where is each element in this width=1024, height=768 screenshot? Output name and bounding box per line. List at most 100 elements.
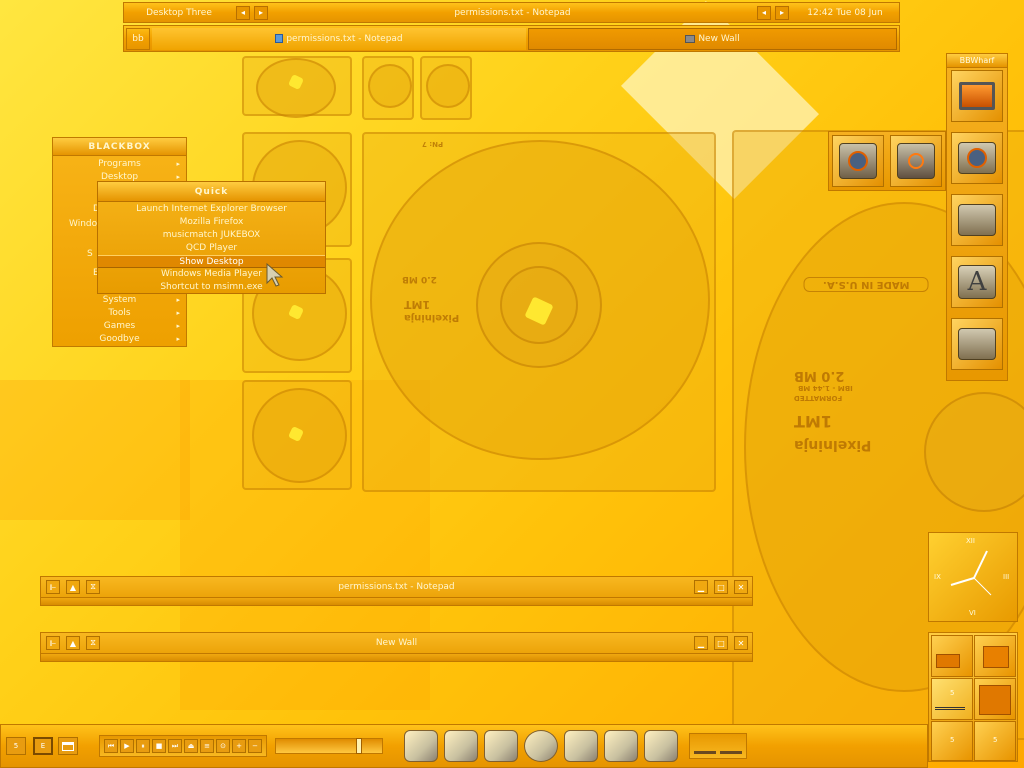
right-arrow-icon[interactable]: ▸	[254, 5, 268, 20]
slit-title: BBWharf	[947, 54, 1007, 68]
pager-label: 5	[993, 736, 998, 744]
bottom-bar: 5 E ⏮ ▶ ⏸ ■ ⏭ ⏏ ≡ ⊙ + −	[0, 724, 928, 768]
volume-up-icon[interactable]: +	[232, 739, 246, 753]
notepad-icon	[275, 34, 284, 43]
quick-item[interactable]: Mozilla Firefox	[98, 216, 325, 229]
drives-icon[interactable]	[404, 730, 438, 762]
sticky-icon[interactable]: ⊩	[46, 580, 60, 594]
menu-item-label: Goodbye	[99, 334, 140, 344]
pager-desk[interactable]: 5	[931, 721, 973, 761]
minimize-icon[interactable]: ▁	[694, 580, 708, 594]
floppy-brand-large: Pixelninja	[794, 437, 872, 453]
next-icon[interactable]: ⏭	[168, 739, 182, 753]
menu-item-label: Windo	[69, 219, 98, 229]
volume-slider[interactable]	[275, 738, 383, 754]
menu-item-goodbye[interactable]: Goodbye ▸	[53, 333, 186, 346]
slit: BBWharf A	[946, 53, 1008, 381]
bottom-button[interactable]: E	[33, 737, 53, 755]
taskbar-label[interactable]: bb	[126, 27, 150, 50]
task-item[interactable]: permissions.txt - Notepad	[152, 27, 526, 50]
shade-icon[interactable]: ▲	[66, 636, 80, 650]
menu-item-system[interactable]: System ▸	[53, 294, 186, 307]
menu-item-label: System	[102, 295, 137, 305]
floppy-brand: Pixelninja	[404, 312, 460, 323]
quick-item[interactable]: Launch Internet Explorer Browser	[98, 203, 325, 216]
bottom-button[interactable]: 5	[6, 737, 26, 755]
close-all-icon[interactable]: ⧖	[86, 580, 100, 594]
dog-icon[interactable]	[720, 738, 742, 754]
pager-desk[interactable]	[931, 635, 973, 677]
menu-item-tools[interactable]: Tools ▸	[53, 307, 186, 320]
font-folder-icon[interactable]: A	[951, 256, 1003, 308]
prev-icon[interactable]: ⏮	[104, 739, 118, 753]
close-all-icon[interactable]: ⧖	[86, 636, 100, 650]
calculator-folder-icon[interactable]	[951, 194, 1003, 246]
quick-item[interactable]: Shortcut to msimn.exe	[98, 281, 325, 294]
eject-icon[interactable]: ⏏	[184, 739, 198, 753]
pager-desk[interactable]	[974, 635, 1016, 677]
folder-icon[interactable]	[564, 730, 598, 762]
slider-handle[interactable]	[356, 738, 362, 754]
menu-item-programs[interactable]: Programs ▸	[53, 158, 186, 171]
wrench-icon[interactable]	[484, 730, 518, 762]
window-titlebar[interactable]: ⊩ ▲ ⧖ New Wall ▁ □ ✕	[41, 633, 752, 653]
task-label: New Wall	[698, 33, 740, 44]
workspace-pager: 5 5 5	[928, 632, 1018, 762]
maximize-icon[interactable]: □	[714, 580, 728, 594]
grass-icon[interactable]	[694, 738, 716, 754]
harddisk-icon[interactable]	[444, 730, 478, 762]
monitor-icon[interactable]	[951, 70, 1003, 122]
maximize-icon[interactable]: □	[714, 636, 728, 650]
stop-icon[interactable]: ■	[152, 739, 166, 753]
repeat-icon[interactable]: ⊙	[216, 739, 230, 753]
film-reel-icon[interactable]	[524, 730, 558, 762]
power-folder-icon[interactable]	[951, 132, 1003, 184]
pager-desk-active[interactable]: 5	[931, 678, 973, 720]
quick-item[interactable]: Windows Media Player	[98, 268, 325, 281]
right-arrow-icon[interactable]: ▸	[775, 5, 789, 20]
pause-icon[interactable]: ⏸	[136, 739, 150, 753]
close-icon[interactable]: ✕	[734, 636, 748, 650]
workspace-label[interactable]: Desktop Three	[124, 3, 234, 22]
power-tile-icon[interactable]	[832, 135, 884, 187]
play-icon[interactable]: ▶	[120, 739, 134, 753]
mouse-cursor-icon	[266, 263, 284, 287]
close-icon[interactable]: ✕	[734, 580, 748, 594]
window-icon[interactable]	[58, 737, 78, 755]
window-title: permissions.txt - Notepad	[338, 582, 455, 592]
floppy-capacity: 2.0 MB	[402, 274, 437, 284]
menu-item-games[interactable]: Games ▸	[53, 320, 186, 333]
settings-tile-icon[interactable]	[890, 135, 942, 187]
window-handle[interactable]	[41, 653, 752, 661]
toolbar-window-title[interactable]: permissions.txt - Notepad	[270, 3, 755, 22]
root-menu-title: BLACKBOX	[53, 138, 186, 156]
documents-icon[interactable]	[644, 730, 678, 762]
trumpet-folder-icon[interactable]	[951, 318, 1003, 370]
pager-desk[interactable]	[974, 678, 1016, 720]
playlist-icon[interactable]: ≡	[200, 739, 214, 753]
shade-icon[interactable]: ▲	[66, 580, 80, 594]
window-titlebar[interactable]: ⊩ ▲ ⧖ permissions.txt - Notepad ▁ □ ✕	[41, 577, 752, 597]
new-wall-window[interactable]: ⊩ ▲ ⧖ New Wall ▁ □ ✕	[40, 632, 753, 662]
cd-drive-icon[interactable]	[604, 730, 638, 762]
toolbar: Desktop Three ◂ ▸ permissions.txt - Note…	[123, 2, 900, 23]
task-item[interactable]: New Wall	[528, 27, 897, 50]
small-floppy	[242, 56, 352, 118]
menu-item-label: Programs	[98, 159, 141, 169]
floppy-model-large: 1MT	[794, 412, 832, 431]
pager-desk[interactable]: 5	[974, 721, 1016, 761]
left-arrow-icon[interactable]: ◂	[236, 5, 250, 20]
volume-down-icon[interactable]: −	[248, 739, 262, 753]
quick-item[interactable]: QCD Player	[98, 242, 325, 255]
submenu-arrow-icon: ▸	[176, 335, 180, 343]
left-arrow-icon[interactable]: ◂	[757, 5, 771, 20]
sticky-icon[interactable]: ⊩	[46, 636, 60, 650]
pager-label: 5	[950, 736, 955, 744]
notepad-window[interactable]: ⊩ ▲ ⧖ permissions.txt - Notepad ▁ □ ✕	[40, 576, 753, 606]
quick-item[interactable]: musicmatch JUKEBOX	[98, 229, 325, 242]
window-handle[interactable]	[41, 597, 752, 605]
minimize-icon[interactable]: ▁	[694, 636, 708, 650]
clock-widget: XII III VI IX	[928, 532, 1018, 622]
quick-item-selected[interactable]: Show Desktop	[98, 255, 325, 268]
media-controls: ⏮ ▶ ⏸ ■ ⏭ ⏏ ≡ ⊙ + −	[99, 735, 267, 757]
